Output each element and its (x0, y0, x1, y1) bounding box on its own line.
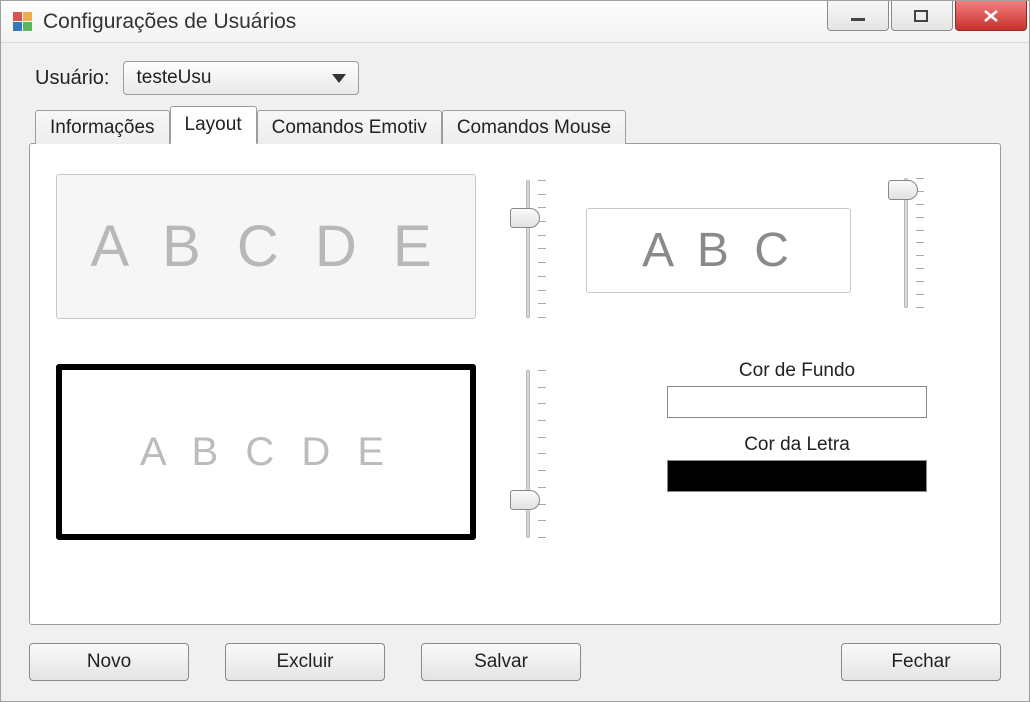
font-preview-large: A B C D E (56, 174, 476, 319)
preview-text: A B C (642, 223, 795, 278)
slider-ticks (538, 180, 546, 318)
fg-color-swatch[interactable] (667, 460, 927, 492)
tab-comandos-emotiv[interactable]: Comandos Emotiv (257, 110, 442, 144)
maximize-button[interactable] (891, 1, 953, 31)
font-preview-medium: A B C (586, 208, 851, 293)
bg-color-label: Cor de Fundo (662, 360, 932, 382)
button-row: Novo Excluir Salvar Fechar (29, 643, 1001, 681)
client-area: Usuário: testeUsu Informações Layout Com… (1, 43, 1029, 701)
button-label: Fechar (891, 651, 950, 673)
slider-ticks (916, 178, 924, 308)
tab-panel-layout: A B C D E A B C (29, 143, 1001, 625)
salvar-button[interactable]: Salvar (421, 643, 581, 681)
minimize-button[interactable] (827, 1, 889, 31)
tab-label: Layout (185, 114, 242, 136)
font-size-slider-2[interactable] (886, 178, 926, 308)
layout-grid: A B C D E A B C (56, 174, 974, 598)
slider-track (526, 370, 530, 538)
fg-color-label: Cor da Letra (662, 434, 932, 456)
chevron-down-icon (332, 74, 346, 83)
user-row: Usuário: testeUsu (35, 61, 1001, 95)
user-config-window: Configurações de Usuários Usuário: teste… (0, 0, 1030, 702)
tab-informacoes[interactable]: Informações (35, 110, 170, 144)
user-combobox[interactable]: testeUsu (123, 61, 359, 95)
window-title: Configurações de Usuários (43, 10, 296, 34)
user-selected-value: testeUsu (136, 67, 211, 89)
slider-thumb[interactable] (510, 490, 540, 510)
bg-color-swatch[interactable] (667, 386, 927, 418)
maximize-icon (913, 9, 931, 23)
color-section: Cor de Fundo Cor da Letra (662, 360, 932, 508)
slider-thumb[interactable] (510, 208, 540, 228)
tab-comandos-mouse[interactable]: Comandos Mouse (442, 110, 626, 144)
tab-label: Comandos Mouse (457, 117, 611, 139)
tab-control: Informações Layout Comandos Emotiv Coman… (29, 105, 1001, 625)
preview-text: A B C D E (140, 430, 392, 475)
app-icon (13, 12, 33, 32)
slider-ticks (538, 370, 546, 538)
font-size-slider-3[interactable] (508, 370, 548, 538)
button-label: Excluir (276, 651, 333, 673)
preview-text: A B C D E (90, 213, 441, 280)
font-preview-bordered: A B C D E (56, 364, 476, 540)
user-label: Usuário: (35, 67, 109, 90)
fechar-button[interactable]: Fechar (841, 643, 1001, 681)
excluir-button[interactable]: Excluir (225, 643, 385, 681)
tab-label: Comandos Emotiv (272, 117, 427, 139)
novo-button[interactable]: Novo (29, 643, 189, 681)
slider-thumb[interactable] (888, 180, 918, 200)
tab-label: Informações (50, 117, 155, 139)
close-button[interactable] (955, 1, 1027, 31)
button-label: Novo (87, 651, 131, 673)
button-label: Salvar (474, 651, 528, 673)
window-controls (827, 1, 1029, 31)
tab-strip: Informações Layout Comandos Emotiv Coman… (35, 105, 1001, 143)
titlebar: Configurações de Usuários (1, 1, 1029, 43)
close-icon (981, 9, 1001, 23)
minimize-icon (849, 9, 867, 23)
tab-layout[interactable]: Layout (170, 106, 257, 144)
slider-track (526, 180, 530, 318)
font-size-slider-1[interactable] (508, 180, 548, 318)
